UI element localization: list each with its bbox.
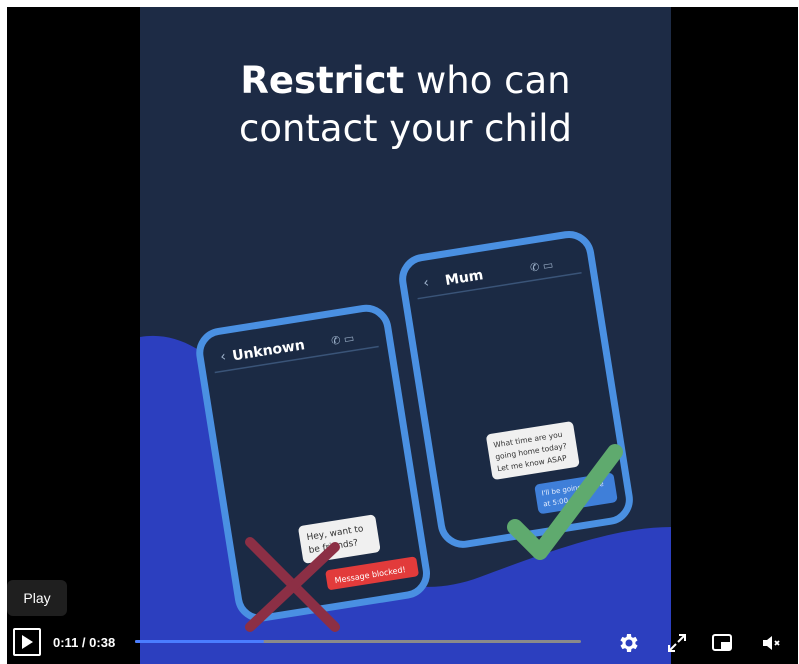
fullscreen-icon — [668, 634, 686, 652]
headline-bold: Restrict — [240, 59, 405, 102]
play-icon — [22, 635, 33, 649]
picture-in-picture-icon — [712, 634, 732, 651]
video-player[interactable]: ‹ Unknown ✆ ▭ Hey, want to be friends? M… — [7, 7, 798, 664]
settings-button[interactable] — [616, 630, 642, 656]
headline-line2: contact your child — [238, 107, 573, 150]
time-display: 0:11 / 0:38 — [53, 635, 116, 650]
current-time: 0:11 — [53, 635, 79, 650]
play-tooltip-label: Play — [23, 590, 51, 606]
progress-bar[interactable] — [135, 640, 581, 643]
video-frame[interactable]: ‹ Unknown ✆ ▭ Hey, want to be friends? M… — [140, 7, 671, 664]
play-button[interactable] — [13, 628, 41, 656]
volume-button[interactable] — [759, 630, 785, 656]
phone-mum: ‹ Mum ✆ ▭ What time are you going home t… — [399, 230, 633, 548]
fullscreen-button[interactable] — [664, 630, 690, 656]
video-controls: 0:11 / 0:38 — [7, 621, 798, 664]
duration: 0:38 — [89, 635, 116, 650]
headline-rest: who can — [404, 59, 571, 102]
video-headline: Restrict who can contact your child — [140, 57, 671, 153]
play-tooltip: Play — [7, 580, 67, 616]
volume-muted-icon — [763, 636, 780, 650]
gear-icon — [620, 634, 638, 652]
progress-fill — [135, 640, 265, 643]
picture-in-picture-button[interactable] — [709, 630, 735, 656]
